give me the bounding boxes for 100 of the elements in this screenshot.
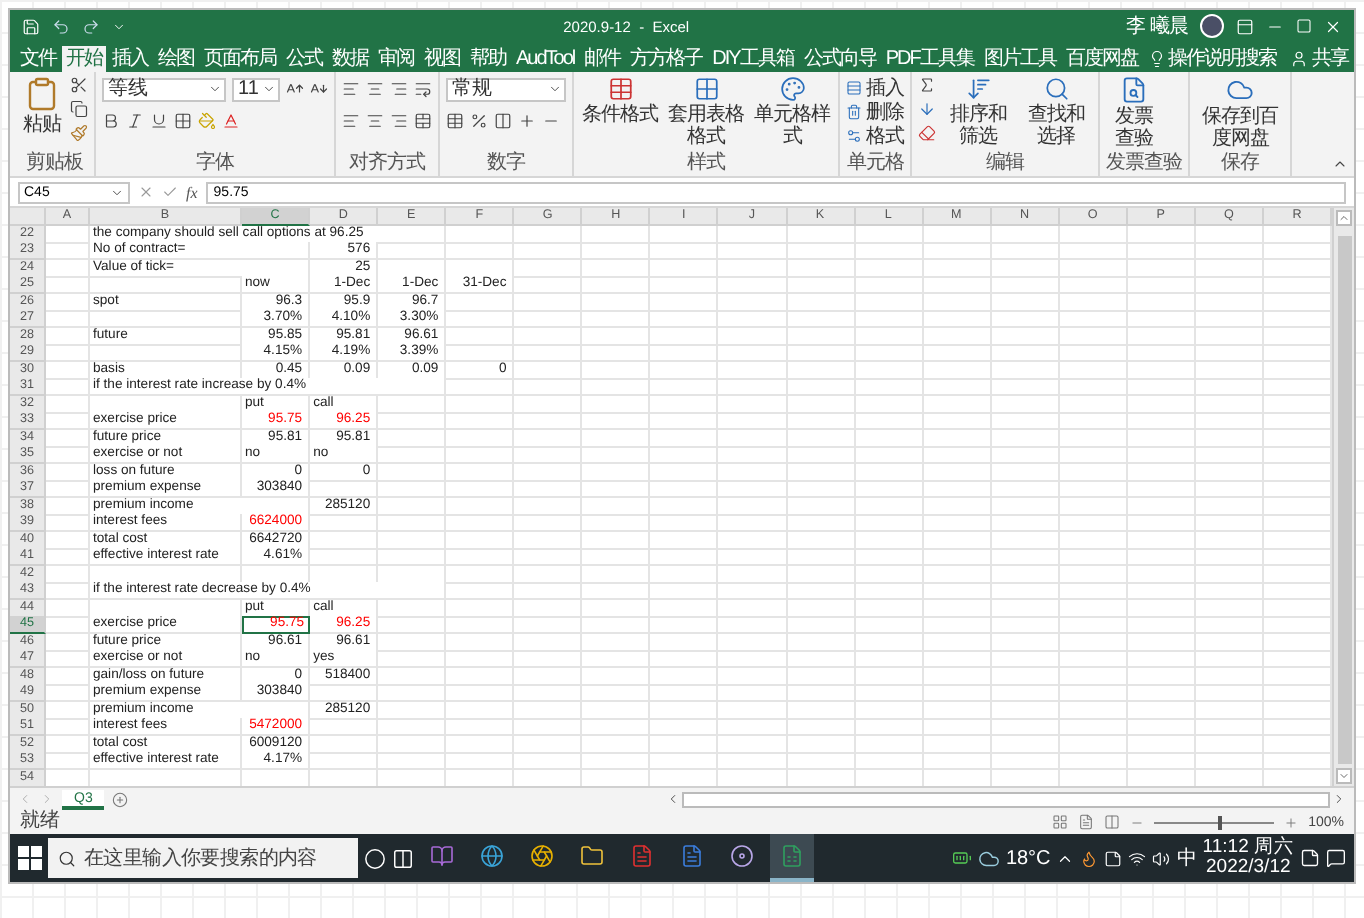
undo-icon[interactable] (52, 17, 70, 35)
share-link[interactable]: 共享 (1312, 46, 1348, 72)
weather-temperature[interactable]: 18°C (1005, 847, 1051, 869)
fill-color-icon[interactable] (198, 112, 216, 130)
font-size-select[interactable]: 11 (232, 77, 280, 101)
input-method[interactable]: 中 (1176, 844, 1197, 872)
align-center-icon[interactable] (366, 112, 384, 130)
ribbon-tab[interactable]: 方方格子 (626, 46, 707, 72)
ribbon-tab[interactable]: 邮件 (580, 46, 625, 72)
italic-icon[interactable] (126, 112, 144, 130)
ribbon-tab[interactable]: AudTool (512, 46, 579, 72)
ribbon-tab[interactable]: 图片工具 (979, 46, 1060, 72)
ribbon-tab[interactable]: 帮助 (466, 46, 510, 72)
save-to-cloud-button[interactable]: 保存到百度网盘 (1196, 76, 1284, 150)
bold-icon[interactable] (102, 112, 120, 130)
globe-icon[interactable] (480, 844, 504, 868)
search-field[interactable]: 在这里输入你要搜索的内容 (48, 838, 358, 878)
normal-view-icon[interactable] (1052, 814, 1069, 830)
tell-me-search[interactable]: 操作说明搜索 (1167, 46, 1276, 72)
document-icon[interactable] (680, 844, 704, 868)
close-icon[interactable] (1324, 17, 1342, 35)
network-icon[interactable] (1128, 849, 1147, 867)
cells-button[interactable]: 格式 (846, 124, 904, 148)
folder-icon[interactable] (580, 844, 604, 868)
sort-filter-button[interactable]: 排序和筛选 (942, 76, 1014, 148)
ribbon-tab[interactable]: 文件 (16, 46, 60, 72)
ribbon-tab[interactable]: 百度网盘 (1061, 46, 1142, 72)
caret-icon[interactable] (548, 82, 562, 96)
style-button[interactable]: 单元格样式 (752, 76, 832, 148)
cut-icon[interactable] (70, 76, 88, 94)
enter-icon[interactable] (162, 184, 178, 200)
battery-icon[interactable] (951, 848, 972, 868)
scrollbar-thumb[interactable] (1337, 236, 1351, 764)
ribbon-display-icon[interactable] (1236, 17, 1254, 35)
book-icon[interactable] (430, 844, 454, 868)
ribbon-tab[interactable]: 页面布局 (200, 46, 280, 72)
person-icon[interactable] (1290, 50, 1308, 68)
format-painter-icon[interactable] (70, 124, 88, 142)
insert-function-label[interactable]: fx (186, 183, 198, 201)
paste-button[interactable]: 粘贴 (20, 76, 64, 136)
conditional-format-icon[interactable] (607, 76, 633, 102)
ribbon-tab[interactable]: 公式向导 (799, 46, 880, 72)
maximize-icon[interactable] (1296, 18, 1312, 34)
spreadsheet-icon[interactable] (780, 844, 804, 868)
add-sheet-icon[interactable] (112, 791, 129, 807)
sum-icon[interactable] (918, 76, 936, 94)
ribbon-tab[interactable]: DIY工具箱 (708, 46, 798, 72)
align-right-icon[interactable] (390, 112, 408, 130)
align-left-icon[interactable] (342, 112, 360, 130)
invoice-check-button[interactable]: 发票查验 (1106, 76, 1162, 150)
underline-icon[interactable] (150, 112, 168, 130)
volume-icon[interactable] (1152, 849, 1171, 867)
cells-button[interactable]: 插入 (846, 76, 904, 100)
font-color-icon[interactable] (222, 112, 240, 130)
scroll-left-icon[interactable] (666, 792, 680, 806)
taskbar-app[interactable] (770, 834, 814, 882)
redo-icon[interactable] (82, 17, 100, 35)
search-icon[interactable] (58, 849, 76, 867)
fill-icon[interactable] (918, 100, 936, 118)
ribbon-tab[interactable]: 视图 (420, 46, 464, 72)
ribbon-tab[interactable]: 公式 (282, 46, 326, 72)
sort-icon[interactable] (965, 76, 991, 102)
caret-icon[interactable] (208, 82, 222, 96)
windows-logo-icon[interactable] (18, 846, 42, 870)
cells-button[interactable]: 删除 (846, 100, 904, 124)
scroll-right-icon[interactable] (1332, 792, 1346, 806)
ribbon-tab[interactable]: 插入 (108, 46, 152, 72)
border-icon[interactable] (174, 112, 192, 130)
cortana-circle-icon[interactable] (364, 847, 386, 869)
aperture-icon[interactable] (530, 844, 554, 868)
notification-icon[interactable] (1326, 848, 1346, 868)
font-name-select[interactable]: 等线 (102, 77, 226, 101)
cloud-icon[interactable] (977, 847, 1000, 869)
cell-styles-icon[interactable] (779, 76, 805, 102)
save-icon[interactable] (22, 17, 40, 35)
delete-icon[interactable] (846, 104, 862, 120)
cancel-icon[interactable] (138, 184, 154, 200)
pdf-file-icon[interactable] (630, 844, 654, 868)
file-search-icon[interactable] (1120, 76, 1148, 104)
caret-icon[interactable] (262, 82, 276, 96)
avatar[interactable] (1200, 14, 1224, 38)
ribbon-tab[interactable]: 数据 (328, 46, 372, 72)
grow-font-icon[interactable] (286, 80, 304, 98)
merge-cells-icon[interactable] (414, 112, 432, 130)
caret-icon[interactable] (110, 185, 124, 199)
style-button[interactable]: 套用表格格式 (666, 76, 746, 148)
zoom-slider-thumb[interactable] (1218, 815, 1223, 829)
page-layout-icon[interactable] (1078, 814, 1095, 830)
number-format-select[interactable]: 常规 (446, 77, 566, 101)
ribbon-tab[interactable]: 审阅 (374, 46, 418, 72)
table-format-icon[interactable] (693, 76, 719, 102)
ribbon-tab[interactable]: 开始 (62, 46, 106, 72)
ribbon-tab[interactable]: PDF工具集 (881, 46, 978, 72)
ribbon-tab[interactable]: 绘图 (154, 46, 198, 72)
percent-icon[interactable] (470, 112, 488, 130)
eraser-icon[interactable] (918, 124, 936, 142)
customize-icon[interactable] (112, 19, 126, 33)
scrollbar-thumb[interactable] (682, 791, 1330, 807)
copy-icon[interactable] (70, 100, 88, 118)
clipboard-icon[interactable] (24, 76, 60, 112)
